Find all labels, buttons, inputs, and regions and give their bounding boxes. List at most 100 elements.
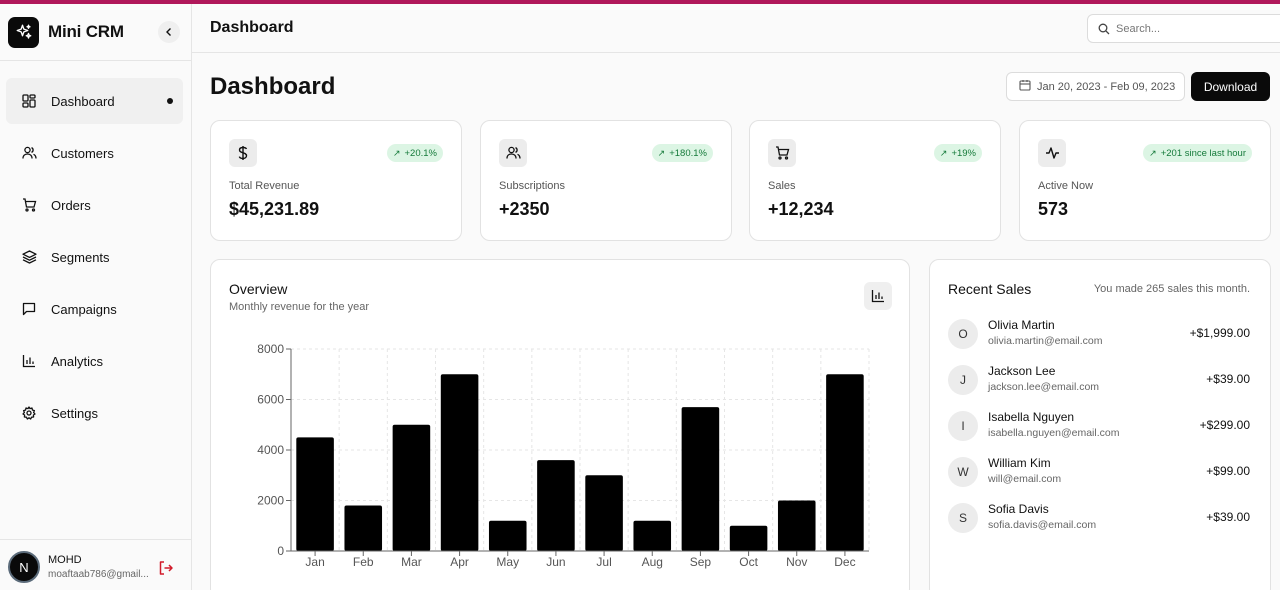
bar-nov	[777, 500, 816, 551]
stat-label: Subscriptions	[499, 180, 566, 192]
gear-icon	[21, 405, 37, 421]
sidebar-item-label: Orders	[51, 197, 91, 213]
chevron-left-icon	[166, 28, 171, 36]
revenue-bar-chart: 0 2000 4000 6000 8000 Jan Feb Mar Apr May Jun Jul Au…	[257, 342, 870, 569]
trend-up-icon: ↗	[939, 147, 948, 158]
overview-card: Overview Monthly revenue for the year 02…	[210, 259, 910, 590]
dollar-icon	[229, 139, 257, 167]
sidebar-item-customers[interactable]: Customers	[6, 130, 183, 176]
sidebar-item-dashboard[interactable]: Dashboard	[6, 78, 183, 124]
recent-sales-title: Recent Sales	[948, 281, 1032, 297]
list-item[interactable]: W William Kim will@email.com +$99.00	[948, 456, 1252, 492]
stat-badge-text: +19%	[951, 147, 976, 159]
bar-oct	[729, 525, 768, 551]
search-box[interactable]	[1087, 14, 1280, 43]
avatar: W	[948, 457, 978, 487]
stat-badge: ↗ +180.1%	[651, 144, 713, 162]
stat-badge: ↗ +201 since last hour	[1143, 144, 1252, 162]
list-item[interactable]: J Jackson Lee jackson.lee@email.com +$39…	[948, 364, 1252, 400]
sale-amount: +$39.00	[1206, 372, 1250, 386]
sidebar-item-label: Segments	[51, 249, 110, 265]
stat-badge-text: +180.1%	[669, 147, 707, 159]
y-tick-label: 4000	[257, 443, 284, 457]
bar-may	[488, 520, 527, 551]
avatar: I	[948, 411, 978, 441]
x-tick-label: Oct	[739, 555, 758, 569]
stat-badge: ↗ +20.1%	[386, 144, 443, 162]
bar-apr	[440, 374, 479, 551]
x-tick-label: Aug	[642, 555, 663, 569]
users-icon	[21, 145, 37, 161]
y-tick-label: 6000	[257, 393, 284, 407]
sale-amount: +$39.00	[1206, 510, 1250, 524]
search-input[interactable]	[1116, 20, 1276, 38]
user-email: moaftaab786@gmail...	[48, 569, 148, 580]
sidebar-item-segments[interactable]: Segments	[6, 234, 183, 280]
stat-value: +12,234	[768, 199, 834, 219]
bar-dec	[826, 374, 864, 551]
layers-icon	[21, 249, 37, 265]
sparkles-icon	[8, 16, 39, 48]
trend-up-icon: ↗	[392, 147, 401, 158]
download-button[interactable]: Download	[1191, 72, 1270, 101]
sale-amount: +$1,999.00	[1189, 326, 1250, 340]
search-icon	[1098, 22, 1110, 40]
calendar-icon	[1019, 79, 1031, 94]
x-tick-label: Jun	[546, 555, 565, 569]
page-title: Dashboard	[210, 73, 336, 100]
stat-value: 573	[1038, 199, 1069, 219]
layout-grid-icon	[21, 93, 37, 109]
stat-label: Total Revenue	[229, 180, 300, 192]
divider	[0, 539, 191, 540]
customer-email: isabella.nguyen@email.com	[988, 427, 1120, 439]
divider	[0, 60, 191, 61]
app-name: Mini CRM	[48, 22, 124, 41]
cart-icon	[21, 197, 37, 213]
cart-icon	[768, 139, 796, 167]
stat-value: $45,231.89	[229, 199, 320, 219]
list-item[interactable]: S Sofia Davis sofia.davis@email.com +$39…	[948, 502, 1252, 538]
avatar: S	[948, 503, 978, 533]
trend-up-icon: ↗	[657, 147, 666, 158]
sidebar-item-analytics[interactable]: Analytics	[6, 338, 183, 384]
stat-badge-text: +201 since last hour	[1160, 147, 1246, 159]
x-tick-label: May	[496, 555, 519, 569]
y-tick-label: 0	[277, 544, 284, 558]
sale-amount: +$99.00	[1206, 464, 1250, 478]
active-indicator	[167, 98, 173, 104]
date-range-text: Jan 20, 2023 - Feb 09, 2023	[1037, 80, 1176, 93]
stat-card-sales: ↗ +19% Sales +12,234	[749, 120, 1001, 241]
brand[interactable]: Mini CRM	[8, 16, 124, 48]
date-range-picker[interactable]: Jan 20, 2023 - Feb 09, 2023	[1006, 72, 1185, 101]
recent-sales-subtitle: You made 265 sales this month.	[1093, 283, 1250, 295]
bar-sep	[681, 407, 720, 551]
stat-label: Sales	[768, 180, 796, 192]
customer-email: jackson.lee@email.com	[988, 381, 1100, 393]
users-icon	[499, 139, 527, 167]
collapse-sidebar-button[interactable]	[158, 21, 180, 43]
sidebar-item-settings[interactable]: Settings	[6, 390, 183, 436]
x-tick-label: Apr	[450, 555, 469, 569]
sidebar-item-campaigns[interactable]: Campaigns	[6, 286, 183, 332]
list-item[interactable]: O Olivia Martin olivia.martin@email.com …	[948, 318, 1252, 354]
customer-email: olivia.martin@email.com	[988, 335, 1103, 347]
stat-card-active-now: ↗ +201 since last hour Active Now 573	[1019, 120, 1271, 241]
bar-aug	[633, 520, 672, 551]
list-item[interactable]: I Isabella Nguyen isabella.nguyen@email.…	[948, 410, 1252, 446]
y-tick-label: 2000	[257, 494, 284, 508]
bar-jul	[585, 475, 623, 551]
top-header: Dashboard	[192, 4, 1280, 53]
recent-sales-card: Recent Sales You made 265 sales this mon…	[929, 259, 1271, 590]
sidebar-item-orders[interactable]: Orders	[6, 182, 183, 228]
stat-badge-text: +20.1%	[404, 147, 438, 159]
avatar: N	[8, 551, 40, 583]
sidebar-item-label: Dashboard	[51, 93, 115, 109]
user-profile[interactable]: N MOHD moaftaab786@gmail...	[8, 551, 184, 583]
logout-icon[interactable]	[158, 560, 174, 576]
bar-chart-icon	[21, 353, 37, 369]
y-tick-label: 8000	[257, 342, 284, 356]
bar-jun	[537, 460, 575, 551]
header-title: Dashboard	[210, 19, 294, 36]
sidebar-item-label: Settings	[51, 405, 98, 421]
sidebar-item-label: Campaigns	[51, 301, 117, 317]
